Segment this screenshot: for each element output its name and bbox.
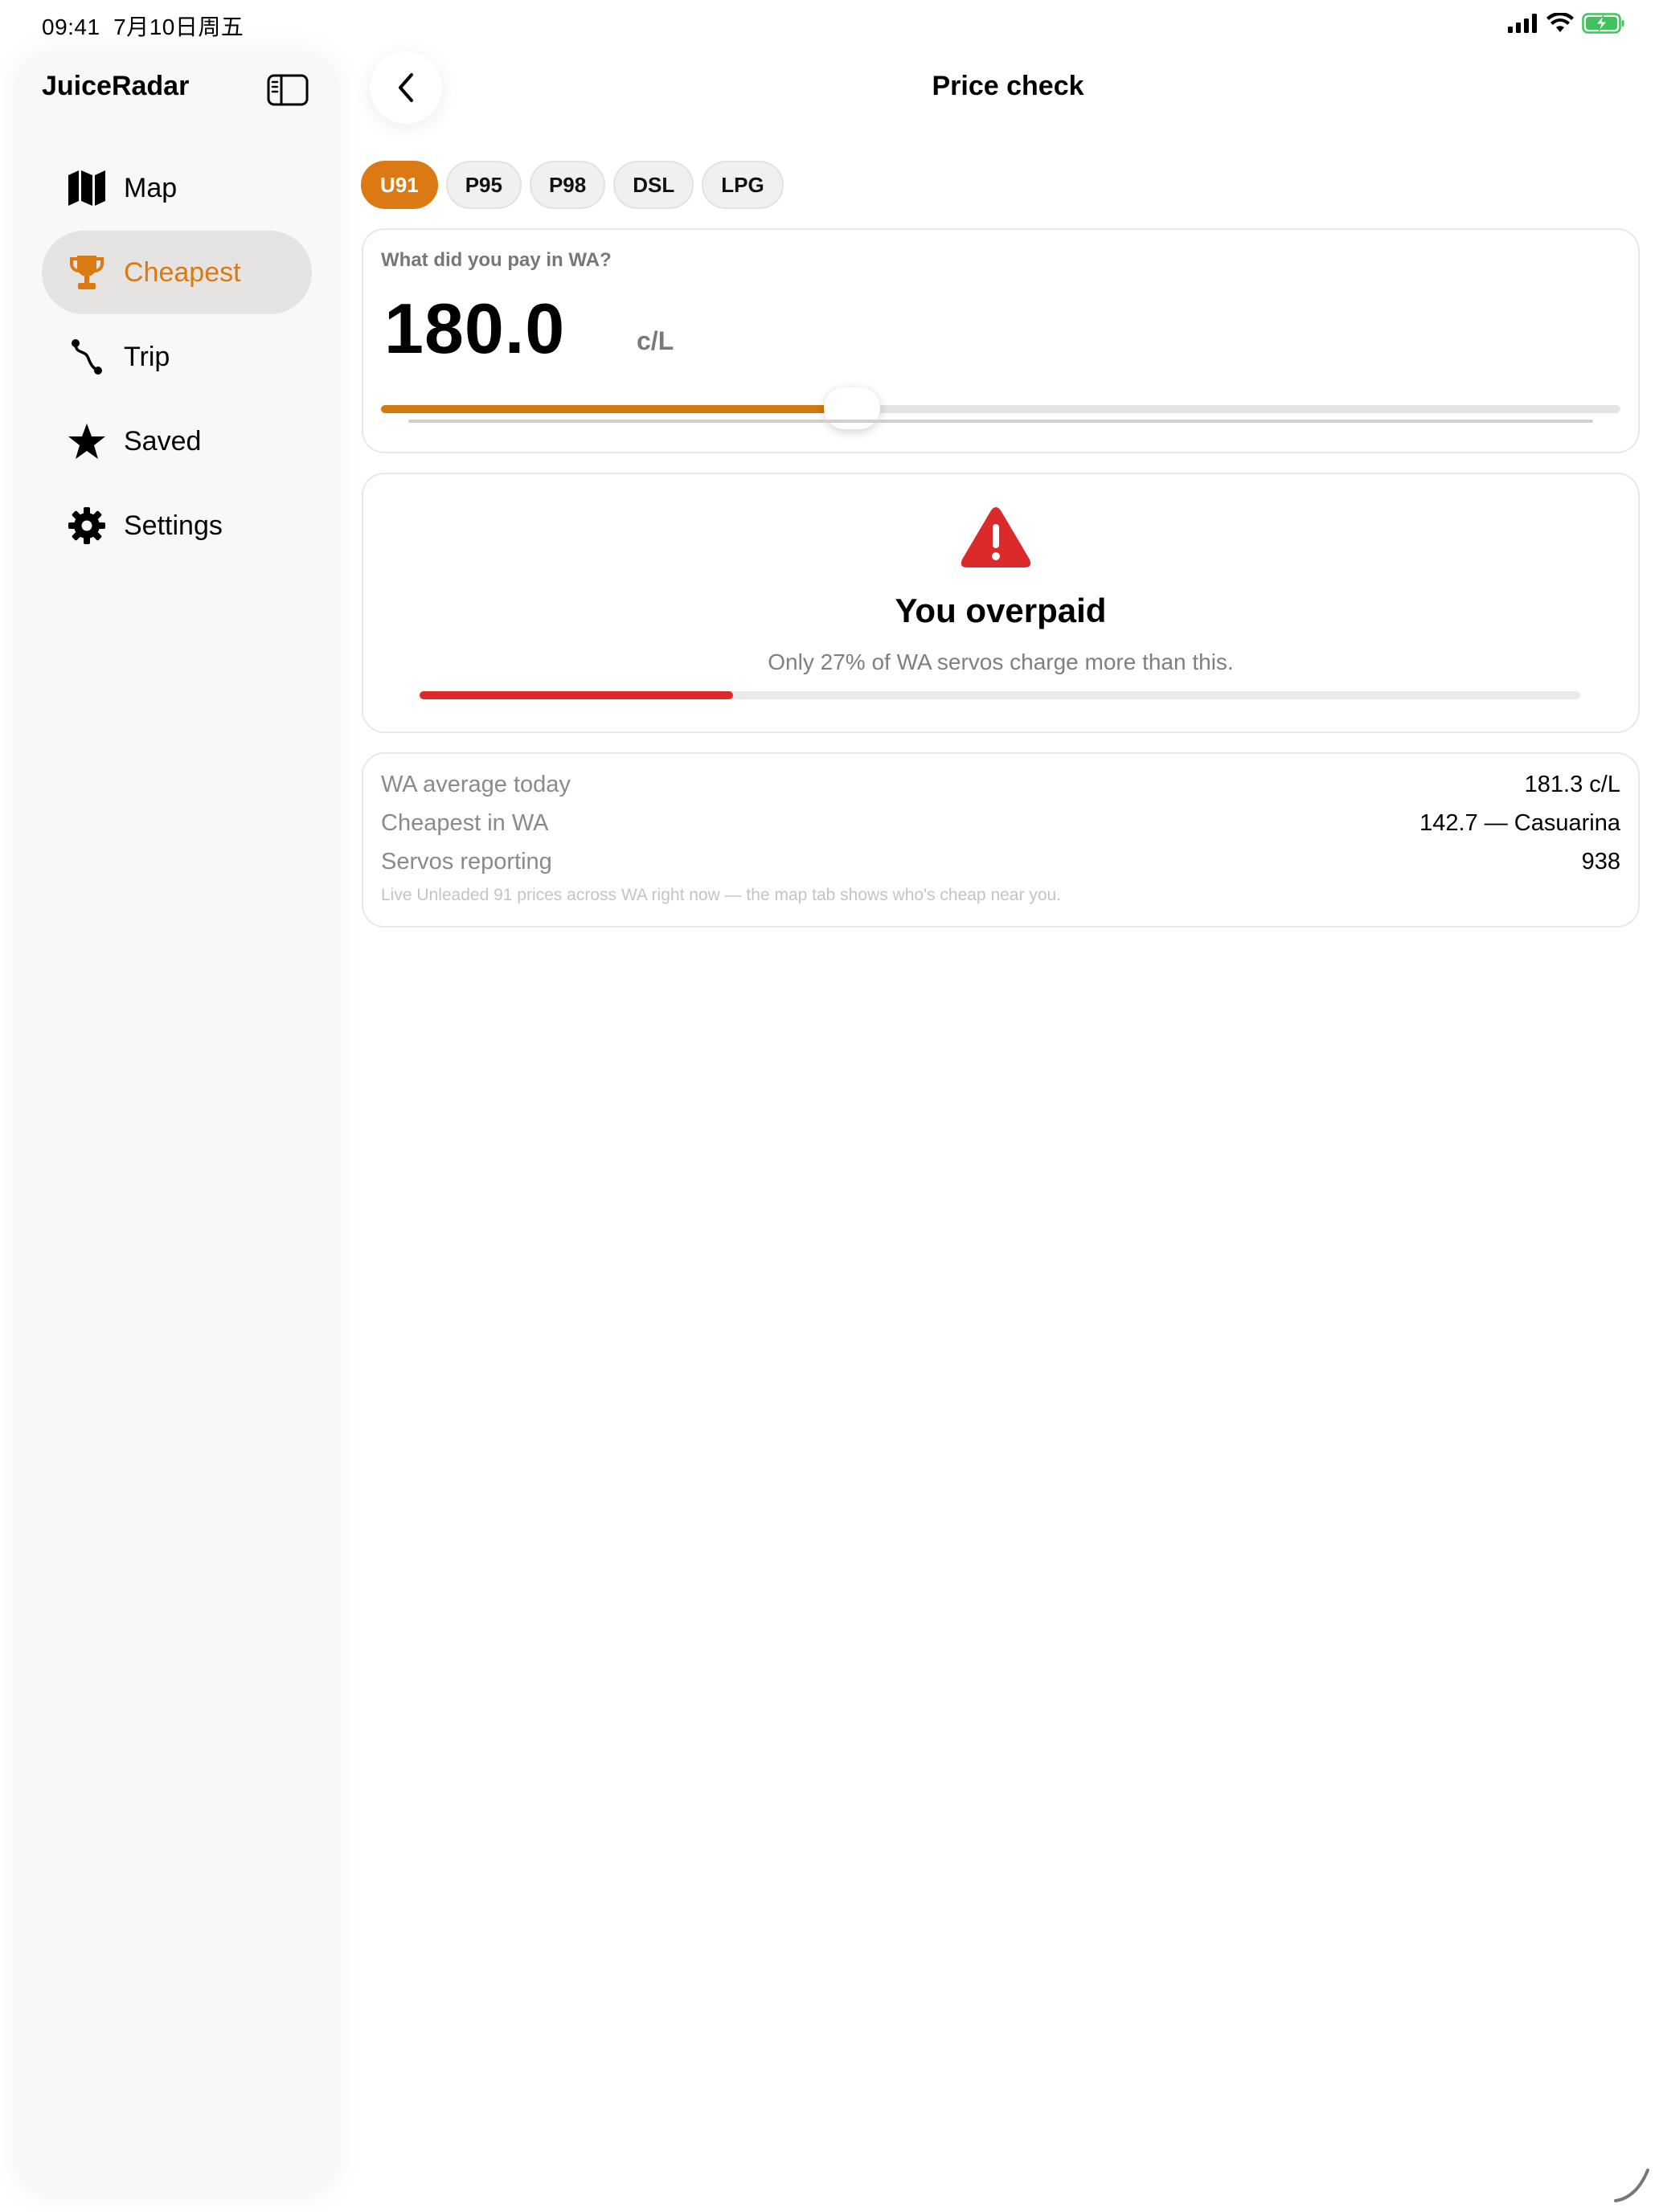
stat-value: 938 bbox=[1581, 849, 1620, 875]
slider-underline bbox=[408, 420, 1593, 423]
sidebar-item-label: Map bbox=[124, 172, 178, 203]
stat-label: WA average today bbox=[381, 772, 571, 797]
fuel-chip-u91[interactable]: U91 bbox=[361, 161, 438, 209]
fuel-type-selector: U91 P95 P98 DSL LPG bbox=[361, 161, 784, 209]
verdict-card: You overpaid Only 27% of WA servos charg… bbox=[362, 473, 1640, 733]
status-bar: 09:41 7月10日周五 bbox=[0, 0, 1659, 50]
price-input-card: What did you pay in WA? 180.0 c/L bbox=[362, 228, 1640, 453]
sidebar-toggle-button[interactable] bbox=[265, 71, 310, 109]
back-button[interactable] bbox=[370, 51, 442, 124]
sidebar-toggle-icon bbox=[267, 74, 309, 106]
status-date: 7月10日周五 bbox=[113, 14, 244, 39]
wifi-icon bbox=[1546, 13, 1574, 32]
fuel-chip-p95[interactable]: P95 bbox=[445, 161, 522, 209]
stat-row-average: WA average today 181.3 c/L bbox=[381, 772, 1620, 798]
app-title: JuiceRadar bbox=[42, 71, 190, 101]
sidebar-item-map[interactable]: Map bbox=[42, 146, 312, 230]
percentile-bar-fill bbox=[420, 691, 733, 699]
price-unit: c/L bbox=[637, 326, 674, 355]
battery-charging-icon bbox=[1582, 13, 1624, 34]
sidebar-item-trip[interactable]: Trip bbox=[42, 315, 312, 399]
status-icons bbox=[1508, 13, 1625, 34]
verdict-title: You overpaid bbox=[895, 592, 1107, 629]
warning-triangle-icon bbox=[961, 507, 1031, 567]
price-slider[interactable] bbox=[381, 387, 1620, 429]
stat-value: 181.3 c/L bbox=[1524, 772, 1620, 797]
sidebar-item-label: Trip bbox=[124, 341, 170, 372]
stat-label: Cheapest in WA bbox=[381, 810, 549, 836]
stat-row-cheapest: Cheapest in WA 142.7 — Casuarina bbox=[381, 810, 1620, 837]
sidebar-item-label: Cheapest bbox=[124, 256, 241, 288]
fuel-chip-p98[interactable]: P98 bbox=[529, 161, 606, 209]
chevron-left-icon bbox=[399, 73, 413, 102]
stats-card: WA average today 181.3 c/L Cheapest in W… bbox=[362, 752, 1640, 928]
star-icon bbox=[68, 422, 106, 461]
verdict-subtitle: Only 27% of WA servos charge more than t… bbox=[768, 649, 1234, 674]
sidebar-nav: Map Cheapest Trip Saved Settings bbox=[42, 146, 312, 568]
gear-icon bbox=[68, 506, 106, 545]
trophy-icon bbox=[68, 253, 106, 292]
fuel-chip-dsl[interactable]: DSL bbox=[613, 161, 694, 209]
sidebar: JuiceRadar Map Cheapest Trip Saved Setti… bbox=[16, 51, 338, 2196]
route-icon bbox=[68, 338, 106, 376]
stat-row-servos: Servos reporting 938 bbox=[381, 849, 1620, 875]
price-value: 180.0 bbox=[384, 289, 566, 368]
resize-corner-icon bbox=[1614, 2169, 1649, 2202]
map-icon bbox=[68, 169, 106, 207]
percentile-bar bbox=[420, 691, 1580, 699]
sidebar-item-label: Settings bbox=[124, 510, 223, 541]
price-slider-thumb[interactable] bbox=[823, 387, 880, 429]
sidebar-item-saved[interactable]: Saved bbox=[42, 399, 312, 483]
sidebar-item-label: Saved bbox=[124, 425, 202, 457]
price-question: What did you pay in WA? bbox=[381, 249, 612, 271]
cellular-signal-icon bbox=[1508, 14, 1537, 33]
status-time: 09:41 bbox=[42, 14, 100, 39]
sidebar-item-cheapest[interactable]: Cheapest bbox=[42, 231, 312, 314]
status-clock: 09:41 7月10日周五 bbox=[42, 10, 244, 42]
stats-footnote: Live Unleaded 91 prices across WA right … bbox=[381, 886, 1062, 904]
sidebar-item-settings[interactable]: Settings bbox=[42, 484, 312, 567]
fuel-chip-lpg[interactable]: LPG bbox=[702, 161, 784, 209]
stat-value: 142.7 — Casuarina bbox=[1419, 810, 1620, 836]
price-slider-fill bbox=[381, 405, 852, 413]
stat-label: Servos reporting bbox=[381, 849, 552, 875]
page-title: Price check bbox=[932, 71, 1084, 101]
